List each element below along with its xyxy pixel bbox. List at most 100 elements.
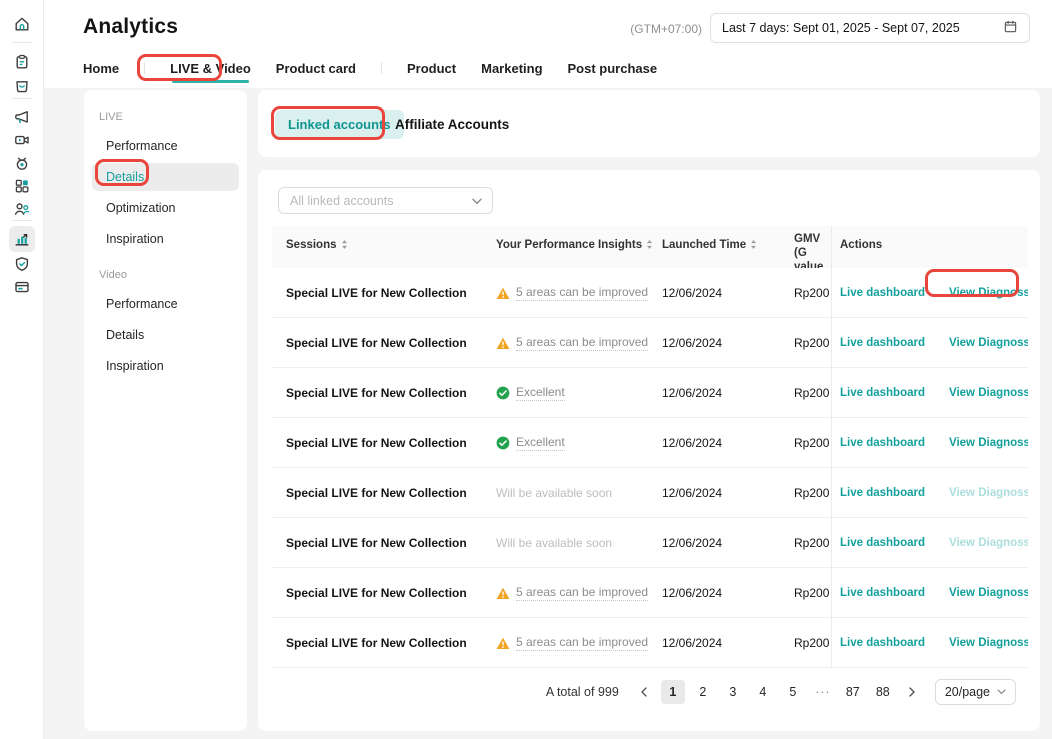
more-pages-ellipsis[interactable]: ··· [811, 680, 835, 704]
sidebar-item-live-performance[interactable]: Performance [92, 132, 239, 160]
page-number[interactable]: 87 [841, 680, 865, 704]
page-number[interactable]: 3 [721, 680, 745, 704]
table-row: Special LIVE for New Collection 5 areas … [272, 568, 1028, 618]
nav-item-product[interactable]: Product [407, 61, 456, 76]
live-dashboard-link[interactable]: Live dashboard [840, 387, 925, 399]
wallet-card-icon[interactable] [9, 274, 35, 300]
sidebar-item-video-inspiration[interactable]: Inspiration [92, 352, 239, 380]
actions-cell: Live dashboard View Diagnossis [831, 468, 1028, 518]
tab-affiliate-accounts[interactable]: Affiliate Accounts [395, 117, 509, 132]
sidebar-item-live-details[interactable]: Details [92, 163, 239, 191]
date-range-picker[interactable]: Last 7 days: Sept 01, 2025 - Sept 07, 20… [710, 13, 1030, 43]
analytics-chart-icon[interactable] [9, 226, 35, 252]
analytics-nav: Home LIVE & Video Product card Product M… [83, 56, 682, 80]
actions-cell: Live dashboard View Diagnossis [831, 268, 1028, 318]
linked-accounts-filter-select[interactable]: All linked accounts [278, 187, 493, 214]
warning-icon [496, 337, 510, 350]
nav-item-live-video[interactable]: LIVE & Video [170, 61, 251, 76]
nav-item-label: LIVE & Video [170, 61, 251, 76]
view-diagnosis-link[interactable]: View Diagnossis [949, 437, 1028, 449]
insight-text[interactable]: 5 areas can be improved [516, 335, 648, 351]
view-diagnosis-link[interactable]: View Diagnossis [949, 287, 1028, 299]
live-dashboard-link[interactable]: Live dashboard [840, 337, 925, 349]
nav-item-marketing[interactable]: Marketing [481, 61, 542, 76]
sidebar-section-video: Video [99, 269, 247, 281]
actions-cell: Live dashboard View Diagnossis [831, 568, 1028, 618]
warning-icon [496, 637, 510, 650]
launched-time: 12/06/2024 [662, 436, 794, 450]
table-row: Special LIVE for New Collection Excellen… [272, 418, 1028, 468]
live-dashboard-link[interactable]: Live dashboard [840, 437, 925, 449]
live-dashboard-link[interactable]: Live dashboard [840, 537, 925, 549]
column-header-launched-time[interactable]: Launched Time [662, 226, 794, 268]
home-icon[interactable] [9, 11, 35, 37]
launched-time: 12/06/2024 [662, 586, 794, 600]
sidebar-item-video-details[interactable]: Details [92, 321, 239, 349]
view-diagnosis-link[interactable]: View Diagnossis [949, 587, 1028, 599]
nav-item-product-card[interactable]: Product card [276, 61, 356, 76]
sort-icon [341, 240, 348, 249]
page-number[interactable]: 1 [661, 680, 685, 704]
tab-linked-accounts[interactable]: Linked accounts [275, 110, 404, 139]
insight-text[interactable]: Excellent [516, 435, 565, 451]
session-title: Special LIVE for New Collection [272, 436, 496, 450]
insight-cell: 5 areas can be improved [496, 335, 662, 351]
actions-cell: Live dashboard View Diagnossis [831, 418, 1028, 468]
product-bag-icon[interactable] [9, 72, 35, 98]
page-number[interactable]: 4 [751, 680, 775, 704]
warning-icon [496, 287, 510, 300]
actions-cell: Live dashboard View Diagnossis [831, 368, 1028, 418]
gmv-value: Rp200 [794, 636, 831, 650]
column-header-insights[interactable]: Your Performance Insights [496, 226, 662, 268]
sidebar-item-live-optimization[interactable]: Optimization [92, 194, 239, 222]
sidebar-item-live-inspiration[interactable]: Inspiration [92, 225, 239, 253]
live-dashboard-link[interactable]: Live dashboard [840, 487, 925, 499]
chevron-down-icon [472, 194, 482, 208]
page-size-select[interactable]: 20/page [935, 679, 1016, 705]
insight-text[interactable]: 5 areas can be improved [516, 285, 648, 301]
insight-cell: Will be available soon [496, 486, 662, 501]
launched-time: 12/06/2024 [662, 636, 794, 650]
live-dashboard-link[interactable]: Live dashboard [840, 287, 925, 299]
column-header-sessions[interactable]: Sessions [272, 226, 496, 268]
live-dashboard-link[interactable]: Live dashboard [840, 637, 925, 649]
gmv-value: Rp200 [794, 586, 831, 600]
insight-text[interactable]: 5 areas can be improved [516, 635, 648, 651]
page-number[interactable]: 88 [871, 680, 895, 704]
nav-item-post-purchase[interactable]: Post purchase [568, 61, 658, 76]
column-header-gmv[interactable]: GMV (G value (L [794, 226, 831, 268]
app-icon-rail [0, 0, 44, 739]
insight-cell: 5 areas can be improved [496, 285, 662, 301]
calendar-icon [1003, 19, 1018, 37]
nav-item-home[interactable]: Home [83, 61, 119, 76]
table-row: Special LIVE for New Collection 5 areas … [272, 318, 1028, 368]
table-row: Special LIVE for New Collection 5 areas … [272, 268, 1028, 318]
session-title: Special LIVE for New Collection [272, 336, 496, 350]
actions-cell: Live dashboard View Diagnossis [831, 618, 1028, 668]
insight-text[interactable]: Excellent [516, 385, 565, 401]
session-title: Special LIVE for New Collection [272, 386, 496, 400]
live-dashboard-link[interactable]: Live dashboard [840, 587, 925, 599]
next-page-icon[interactable] [901, 680, 923, 704]
date-range-value: Last 7 days: Sept 01, 2025 - Sept 07, 20… [722, 21, 960, 35]
sidebar-item-video-performance[interactable]: Performance [92, 290, 239, 318]
insight-cell: 5 areas can be improved [496, 635, 662, 651]
insight-text[interactable]: 5 areas can be improved [516, 585, 648, 601]
sidebar-section-live: LIVE [99, 111, 247, 123]
affiliate-people-icon[interactable] [9, 196, 35, 222]
filter-placeholder: All linked accounts [290, 194, 394, 208]
column-label: Your Performance Insights [496, 239, 642, 251]
view-diagnosis-link[interactable]: View Diagnossis [949, 337, 1028, 349]
prev-page-icon[interactable] [633, 680, 655, 704]
launched-time: 12/06/2024 [662, 486, 794, 500]
page-title: Analytics [83, 15, 178, 39]
warning-icon [496, 587, 510, 600]
insight-text: Will be available soon [496, 536, 612, 551]
nav-divider [144, 62, 145, 74]
table-row: Special LIVE for New Collection Will be … [272, 468, 1028, 518]
page-number[interactable]: 5 [781, 680, 805, 704]
page-number[interactable]: 2 [691, 680, 715, 704]
view-diagnosis-link[interactable]: View Diagnossis [949, 387, 1028, 399]
insight-cell: Will be available soon [496, 536, 662, 551]
view-diagnosis-link[interactable]: View Diagnossis [949, 637, 1028, 649]
